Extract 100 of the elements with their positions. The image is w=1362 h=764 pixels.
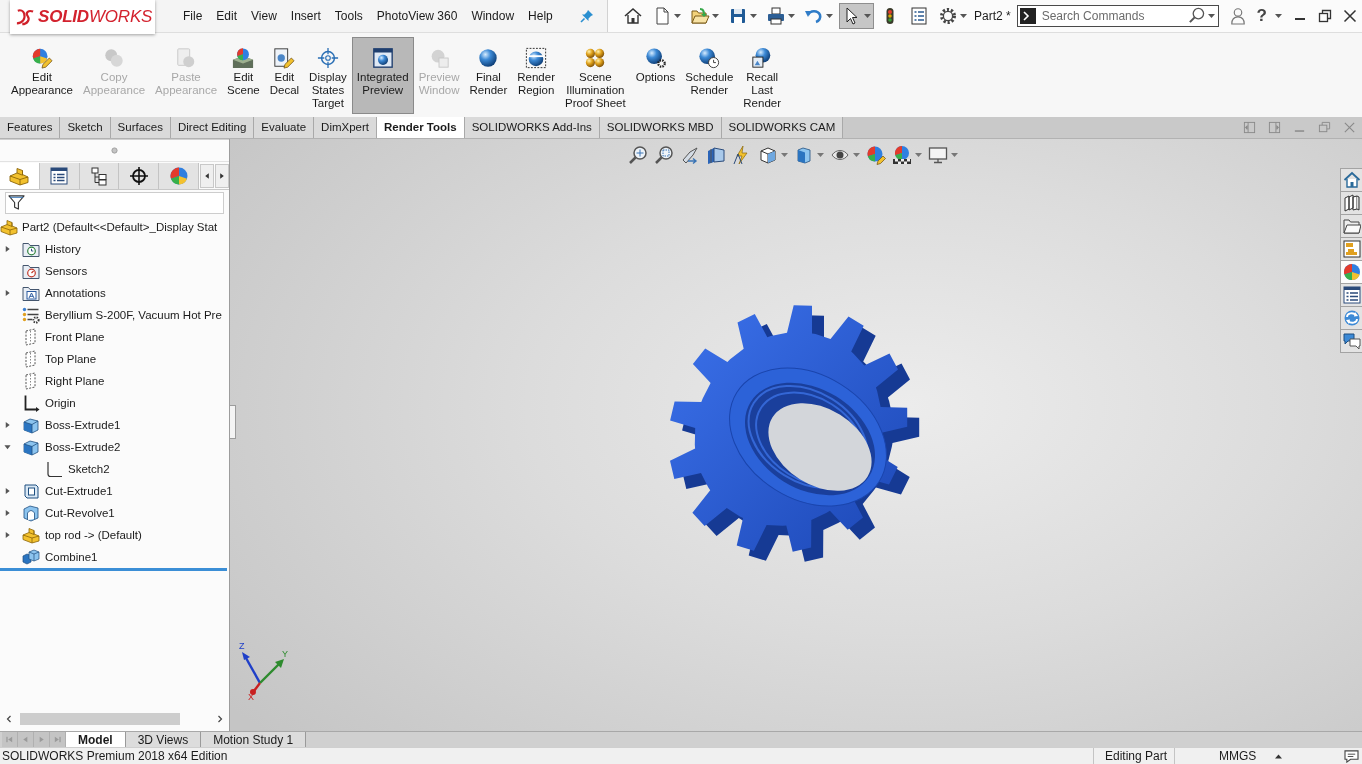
ribbon-button[interactable]: Options [630, 37, 681, 114]
caret-icon[interactable] [781, 153, 788, 157]
command-tab[interactable]: Direct Editing [170, 117, 255, 138]
menu-item[interactable]: Window [464, 6, 522, 26]
tree-item[interactable]: Cut-Revolve1 [45, 507, 115, 519]
caret-icon[interactable] [674, 14, 681, 18]
command-tab[interactable]: Sketch [60, 117, 111, 138]
caret-icon[interactable] [1275, 14, 1282, 18]
panel-tab[interactable] [79, 163, 120, 189]
caret-icon[interactable] [712, 14, 719, 18]
menu-item[interactable]: File [176, 6, 210, 26]
tree-item[interactable]: Cut-Extrude1 [45, 485, 113, 497]
unit-system-button[interactable]: MMGS [1175, 749, 1271, 763]
help-button[interactable]: ? [1256, 6, 1267, 26]
caret-icon[interactable] [1207, 14, 1215, 18]
caret-up-icon[interactable] [1275, 753, 1282, 759]
tree-item[interactable]: Annotations [45, 287, 106, 299]
menu-item[interactable]: Edit [209, 6, 245, 26]
caret-icon[interactable] [915, 153, 922, 157]
tree-item[interactable]: Top Plane [45, 353, 97, 365]
search-icon[interactable] [1187, 7, 1205, 24]
task-pane-tab[interactable] [1340, 191, 1362, 215]
tree-item[interactable]: Combine1 [45, 551, 98, 563]
pen-arrow-icon[interactable] [680, 145, 700, 165]
menu-item[interactable]: View [244, 6, 284, 26]
caret-right-icon[interactable] [4, 487, 11, 495]
model-tab[interactable]: 3D Views [125, 732, 202, 747]
restore-icon[interactable] [1318, 9, 1332, 23]
tree-item[interactable]: Boss-Extrude1 [45, 419, 121, 431]
caret-icon[interactable] [864, 14, 871, 18]
cube-icon[interactable] [758, 145, 778, 165]
ribbon-button[interactable]: Display States Target [304, 37, 352, 114]
caret-icon[interactable] [853, 153, 860, 157]
caret-right-icon[interactable] [4, 289, 11, 297]
caret-icon[interactable] [960, 14, 967, 18]
ribbon-button[interactable]: Final Render [464, 37, 513, 114]
menu-item[interactable]: Help [521, 6, 560, 26]
scroll-left-icon[interactable] [200, 164, 214, 188]
task-pane-tab[interactable] [1340, 168, 1362, 192]
magnifier-box-icon[interactable] [654, 145, 674, 165]
chevron-right-icon[interactable] [215, 713, 225, 724]
ribbon-button[interactable]: Edit Decal [264, 37, 305, 114]
menu-item[interactable]: Tools [327, 6, 370, 26]
command-tab[interactable]: Surfaces [110, 117, 171, 138]
tree-item[interactable]: Right Plane [45, 375, 105, 387]
speech-bubble-icon[interactable] [1344, 749, 1359, 763]
tree-item[interactable]: Sketch2 [68, 463, 110, 475]
ribbon-button[interactable]: Integrated Preview [351, 37, 414, 114]
toolbar-button[interactable] [839, 3, 874, 29]
tree-item[interactable]: Origin [45, 397, 76, 409]
pin-icon[interactable] [579, 9, 594, 23]
command-tab[interactable]: DimXpert [314, 117, 378, 138]
ribbon-button[interactable]: Scene Illumination Proof Sheet [559, 37, 631, 114]
tree-item[interactable]: Boss-Extrude2 [45, 441, 121, 453]
tree-item[interactable]: Front Plane [45, 331, 105, 343]
splitter-handle[interactable] [230, 405, 236, 439]
caret-icon[interactable] [951, 153, 958, 157]
tree-item[interactable]: top rod -> (Default) [45, 529, 142, 541]
caret-right-icon[interactable] [4, 245, 11, 253]
ribbon-button[interactable]: Recall Last Render [738, 37, 787, 114]
caret-right-icon[interactable] [4, 531, 11, 539]
command-tab[interactable]: SOLIDWORKS MBD [599, 117, 722, 138]
split-box-icon[interactable] [706, 145, 726, 165]
close-icon[interactable] [1343, 9, 1357, 23]
magnifier-cross-icon[interactable] [628, 145, 648, 165]
model-tab[interactable]: Model [66, 732, 126, 747]
graphics-area[interactable]: Z Y X [230, 139, 1362, 731]
grip-icon[interactable] [111, 147, 118, 154]
task-pane-tab[interactable] [1340, 283, 1362, 307]
caret-icon[interactable] [788, 14, 795, 18]
tree-item[interactable]: Beryllium S-200F, Vacuum Hot Pre [45, 309, 222, 321]
menu-item[interactable]: Insert [283, 6, 328, 26]
menu-item[interactable]: PhotoView 360 [369, 6, 465, 26]
tree-item[interactable]: History [45, 243, 81, 255]
caret-icon[interactable] [750, 14, 757, 18]
filter-field[interactable] [5, 192, 224, 214]
tree-item[interactable]: Part2 (Default<<Default>_Display Stat [22, 221, 218, 233]
shaded-box-icon[interactable] [794, 145, 814, 165]
color-ball-pencil-icon[interactable] [866, 145, 886, 165]
command-tab[interactable]: Render Tools [377, 117, 465, 138]
ribbon-button[interactable]: Edit Scene [222, 37, 265, 114]
command-tab[interactable]: SOLIDWORKS CAM [721, 117, 844, 138]
tree-item[interactable]: Sensors [45, 265, 88, 277]
ribbon-button[interactable]: Edit Appearance [6, 37, 79, 114]
panel-tab[interactable] [119, 163, 160, 189]
caret-right-icon[interactable] [4, 509, 11, 517]
scroll-thumb[interactable] [20, 712, 180, 725]
task-pane-tab[interactable] [1340, 214, 1362, 238]
command-tab[interactable]: SOLIDWORKS Add-Ins [464, 117, 600, 138]
scene-ball-icon[interactable] [892, 145, 912, 165]
monitor-icon[interactable] [928, 145, 948, 165]
model-tab[interactable]: Motion Study 1 [201, 732, 307, 747]
ribbon-button[interactable]: Schedule Render [680, 37, 739, 114]
command-tab[interactable]: Evaluate [254, 117, 315, 138]
ribbon-button[interactable]: Render Region [512, 37, 560, 114]
caret-down-icon[interactable] [4, 443, 11, 451]
user-icon[interactable] [1229, 7, 1246, 25]
chevron-left-icon[interactable] [4, 713, 14, 724]
scroll-right-icon[interactable] [215, 164, 229, 188]
caret-right-icon[interactable] [4, 421, 11, 429]
